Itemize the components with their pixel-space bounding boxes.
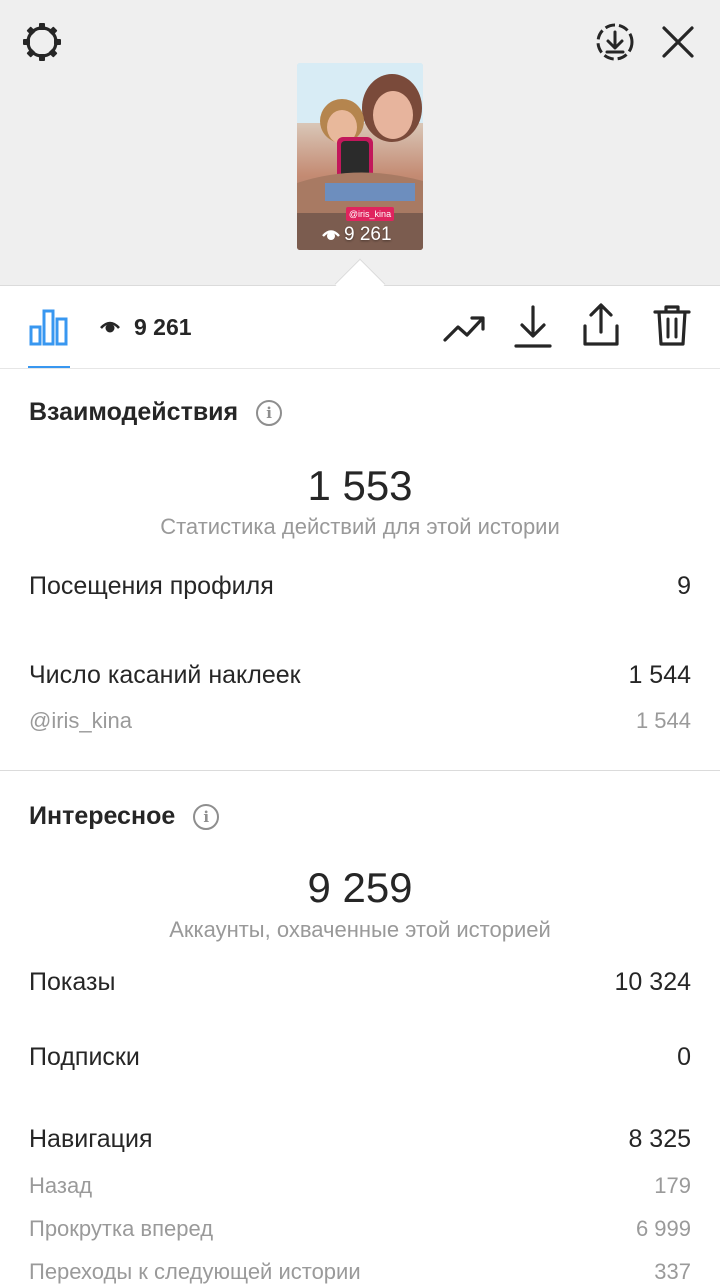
metric-label: Показы: [29, 968, 116, 996]
views-count-value: 9 261: [134, 313, 192, 340]
info-icon[interactable]: i: [256, 399, 283, 426]
metric-row-follows: Подписки 0: [29, 1043, 691, 1072]
metric-row-navigation: Навигация 8 325: [29, 1125, 691, 1154]
story-thumb-views: 9 261: [322, 224, 392, 246]
metric-label: @iris_kina: [29, 708, 133, 733]
interactions-section-title: Взаимодействия i: [29, 398, 283, 427]
views-count: 9 261: [100, 311, 192, 343]
download-icon[interactable]: [513, 304, 553, 350]
interactions-total: 1 553: [307, 462, 413, 509]
bar-chart-icon[interactable]: [28, 305, 70, 347]
metric-row-impressions: Показы 10 324: [29, 968, 691, 997]
metric-value: 0: [677, 1043, 691, 1071]
close-icon[interactable]: [660, 24, 696, 60]
metric-row-sticker-mention: @iris_kina 1 544: [29, 708, 691, 734]
metric-value: 6 999: [635, 1216, 691, 1241]
metric-value: 1 544: [635, 708, 691, 733]
discovery-title: Интересное: [29, 802, 176, 830]
eye-icon: [322, 230, 340, 240]
metric-label: Подписки: [29, 1043, 140, 1071]
promote-trend-icon[interactable]: [442, 308, 486, 348]
eye-icon: [100, 321, 120, 333]
discovery-subtitle: Аккаунты, охваченные этой историей: [169, 917, 551, 942]
section-divider: [0, 770, 720, 771]
metric-value: 1 544: [628, 661, 691, 689]
story-thumbnail[interactable]: [297, 63, 423, 250]
trash-icon[interactable]: [652, 302, 692, 348]
story-caption-overlay: [325, 183, 415, 201]
info-icon[interactable]: i: [193, 803, 220, 830]
metric-row-forward: Прокрутка вперед 6 999: [29, 1216, 691, 1242]
share-icon[interactable]: [581, 302, 621, 348]
metric-value: 10 324: [614, 968, 691, 996]
metric-label: Назад: [29, 1173, 93, 1198]
interactions-subtitle: Статистика действий для этой истории: [160, 514, 560, 539]
metric-label: Навигация: [29, 1125, 153, 1153]
story-thumb-views-count: 9 261: [344, 224, 392, 245]
metric-row-back: Назад 179: [29, 1173, 691, 1199]
discovery-total: 9 259: [307, 864, 413, 911]
metric-label: Прокрутка вперед: [29, 1216, 214, 1241]
insights-tab-indicator: [28, 366, 70, 368]
settings-icon[interactable]: [20, 20, 64, 64]
metric-label: Посещения профиля: [29, 572, 274, 600]
metric-value: 9: [677, 572, 691, 600]
metric-label: Переходы к следующей истории: [29, 1259, 361, 1284]
metric-label: Число касаний наклеек: [29, 661, 301, 689]
metric-row-profile-visits: Посещения профиля 9: [29, 572, 691, 601]
metric-row-next-story: Переходы к следующей истории 337: [29, 1259, 691, 1285]
story-photo: [297, 63, 423, 250]
metric-value: 8 325: [628, 1125, 691, 1153]
metric-value: 179: [654, 1173, 691, 1198]
archive-download-icon[interactable]: [594, 21, 636, 63]
metric-row-sticker-taps: Число касаний наклеек 1 544: [29, 661, 691, 690]
discovery-section-title: Интересное i: [29, 802, 220, 831]
story-mention-sticker: @iris_kina: [346, 207, 394, 221]
interactions-title: Взаимодействия: [29, 398, 239, 426]
metric-value: 337: [654, 1259, 691, 1284]
